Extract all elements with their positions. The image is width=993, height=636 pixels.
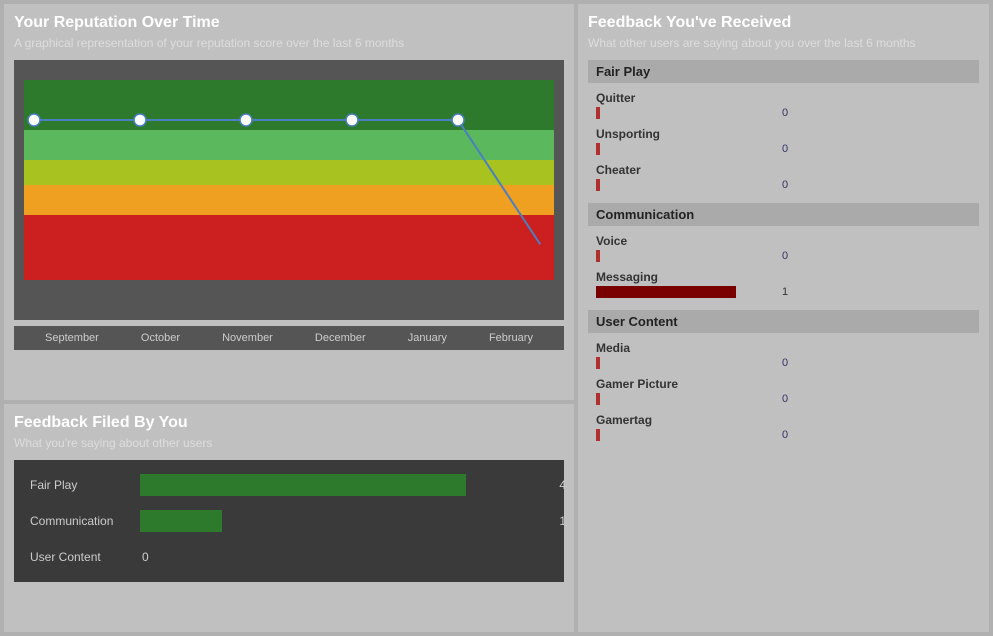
item-media: Media 0 [588,339,979,375]
filed-subtitle: What you're saying about other users [14,436,564,450]
item-quitter: Quitter 0 [588,89,979,125]
received-panel: Feedback You've Received What other user… [578,4,989,632]
received-subtitle: What other users are saying about you ov… [588,36,979,50]
received-title: Feedback You've Received [588,14,979,32]
bar-fill-fairplay [140,474,466,496]
month-oct: October [141,332,180,344]
section-user-content: User Content [588,310,979,333]
reputation-chart [14,60,564,320]
bar-cheater [596,179,600,191]
item-messaging: Messaging 1 [588,268,979,304]
item-unsporting: Unsporting 0 [588,125,979,161]
item-gamer-picture: Gamer Picture 0 [588,375,979,411]
bar-gamertag [596,429,600,441]
reputation-title: Your Reputation Over Time [14,14,564,32]
section-fair-play: Fair Play [588,60,979,83]
chart-labels: September October November December Janu… [14,326,564,350]
item-gamertag: Gamertag 0 [588,411,979,447]
section-communication: Communication [588,203,979,226]
bar-voice [596,250,600,262]
bar-value-fairplay: 4 [559,478,566,492]
bar-row-fairplay: Fair Play 4 [30,474,548,496]
bar-label-communication: Communication [30,514,130,528]
bar-row-communication: Communication 1 [30,510,548,532]
bar-fill-communication [140,510,222,532]
month-feb: February [489,332,533,344]
bar-quitter [596,107,600,119]
bar-unsporting [596,143,600,155]
bar-value-communication: 1 [559,514,566,528]
month-dec: December [315,332,366,344]
bar-media [596,357,600,369]
bar-row-usercontent: User Content 0 [30,546,548,568]
bar-gamer-picture [596,393,600,405]
month-nov: November [222,332,273,344]
item-voice: Voice 0 [588,232,979,268]
filed-bar-chart: Fair Play 4 Communication 1 User Content… [14,460,564,582]
bar-messaging [596,286,736,298]
month-jan: January [408,332,447,344]
line-chart-svg [24,80,554,280]
reputation-panel: Your Reputation Over Time A graphical re… [4,4,574,400]
bar-value-usercontent: 0 [142,550,149,564]
filed-title: Feedback Filed By You [14,414,564,432]
item-cheater: Cheater 0 [588,161,979,197]
filed-panel: Feedback Filed By You What you're saying… [4,404,574,632]
reputation-subtitle: A graphical representation of your reput… [14,36,564,50]
bar-label-usercontent: User Content [30,550,130,564]
month-sep: September [45,332,99,344]
bar-label-fairplay: Fair Play [30,478,130,492]
